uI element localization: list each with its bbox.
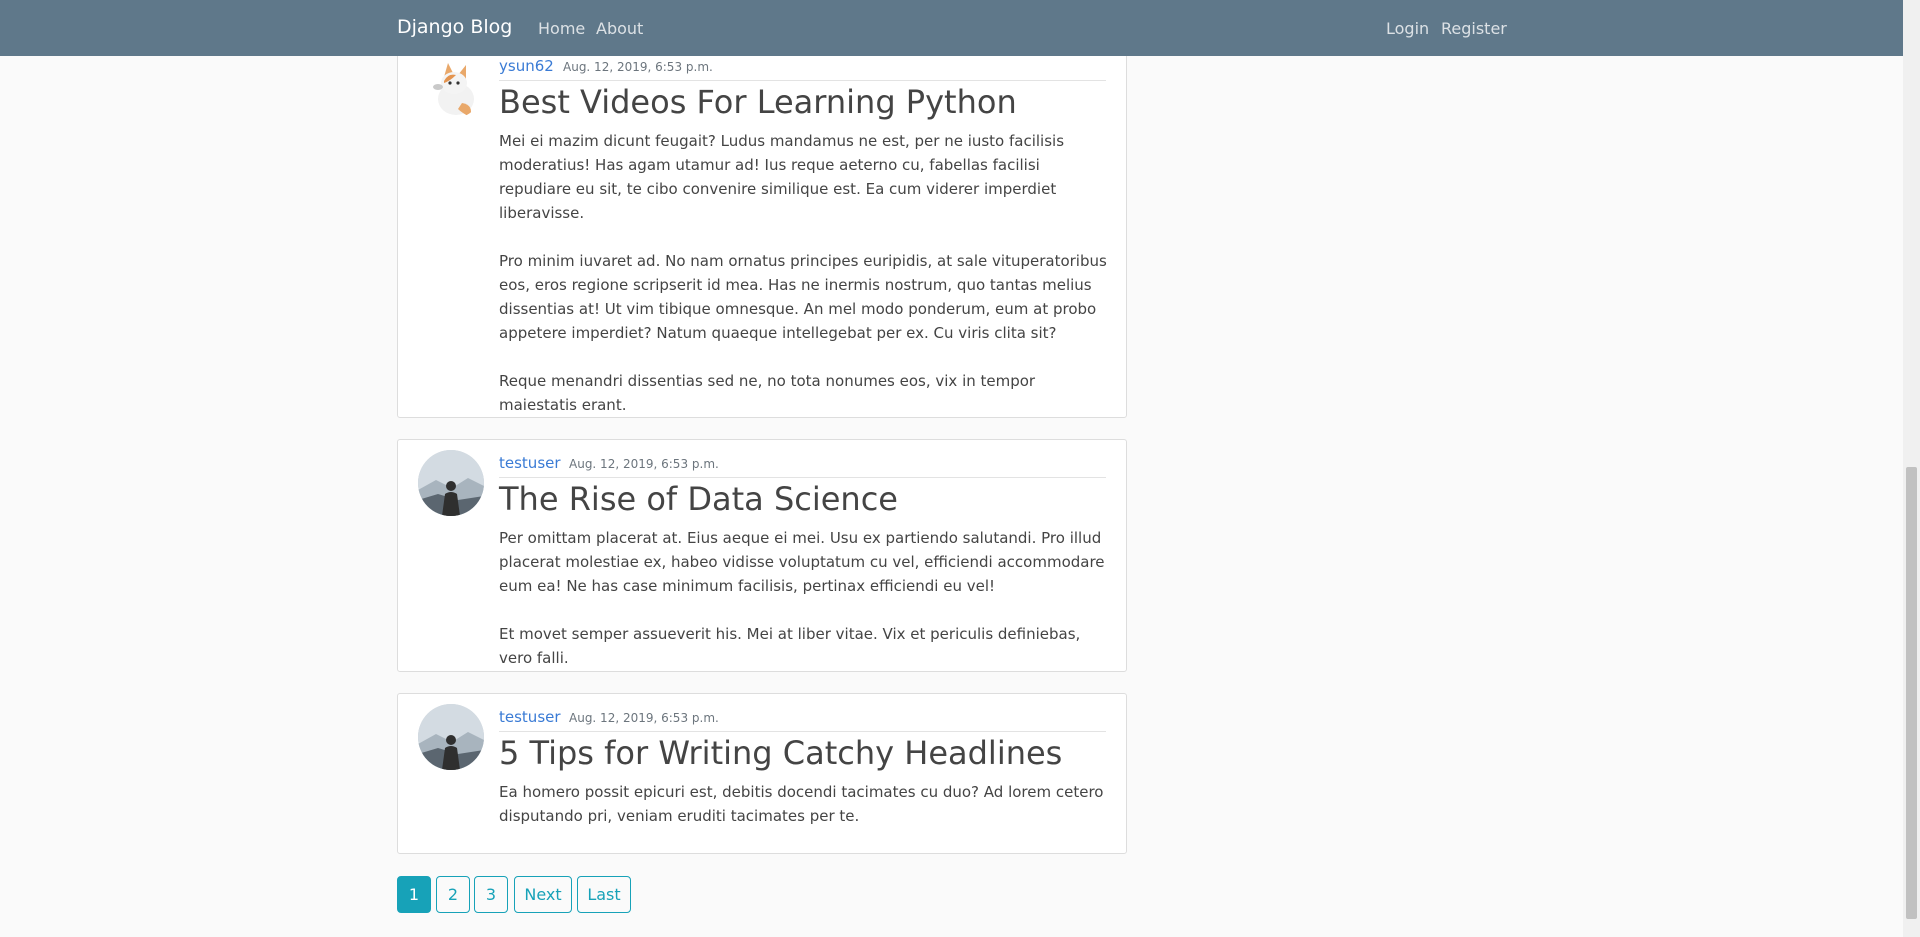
nav-login-link[interactable]: Login bbox=[1386, 19, 1429, 38]
post-content: Per omittam placerat at. Eius aeque ei m… bbox=[499, 526, 1109, 670]
cat-avatar-image bbox=[433, 63, 474, 117]
person-avatar-image bbox=[418, 450, 484, 516]
post-date: Aug. 12, 2019, 6:53 p.m. bbox=[563, 60, 713, 74]
post-title[interactable]: Best Videos For Learning Python bbox=[499, 83, 1017, 121]
post-paragraph: Pro minim iuvaret ad. No nam ornatus pri… bbox=[499, 252, 1107, 342]
post-meta: ysun62 Aug. 12, 2019, 6:53 p.m. bbox=[499, 57, 1106, 81]
nav-about-link[interactable]: About bbox=[596, 19, 643, 38]
post-date: Aug. 12, 2019, 6:53 p.m. bbox=[569, 711, 719, 725]
post-card: ysun62 Aug. 12, 2019, 6:53 p.m. Best Vid… bbox=[397, 20, 1127, 418]
nav-home-link[interactable]: Home bbox=[538, 19, 585, 38]
page: ysun62 Aug. 12, 2019, 6:53 p.m. Best Vid… bbox=[0, 0, 1920, 937]
post-title[interactable]: The Rise of Data Science bbox=[499, 480, 898, 518]
post-meta: testuser Aug. 12, 2019, 6:53 p.m. bbox=[499, 708, 1106, 732]
post-title[interactable]: 5 Tips for Writing Catchy Headlines bbox=[499, 734, 1062, 772]
last-page-button[interactable]: Last bbox=[577, 876, 631, 913]
navbar: Django Blog Home About Login Register bbox=[0, 0, 1903, 56]
post-paragraph: Reque menandri dissentias sed ne, no tot… bbox=[499, 372, 1036, 414]
post-author-link[interactable]: testuser bbox=[499, 708, 561, 726]
post-card: testuser Aug. 12, 2019, 6:53 p.m. 5 Tips… bbox=[397, 693, 1127, 854]
post-author-link[interactable]: testuser bbox=[499, 454, 561, 472]
post-date: Aug. 12, 2019, 6:53 p.m. bbox=[569, 457, 719, 471]
cat-avatar bbox=[418, 53, 484, 119]
page-button-1[interactable]: 1 bbox=[397, 876, 431, 913]
post-paragraph: Et movet semper assueverit his. Mei at l… bbox=[499, 625, 1081, 667]
post-paragraph: Mei ei mazim dicunt feugait? Ludus manda… bbox=[499, 132, 1065, 222]
brand-link[interactable]: Django Blog bbox=[397, 16, 512, 38]
post-content: Ea homero possit epicuri est, debitis do… bbox=[499, 780, 1109, 828]
post-paragraph: Per omittam placerat at. Eius aeque ei m… bbox=[499, 529, 1105, 595]
page-button-2[interactable]: 2 bbox=[436, 876, 470, 913]
page-button-3[interactable]: 3 bbox=[474, 876, 508, 913]
post-card: testuser Aug. 12, 2019, 6:53 p.m. The Ri… bbox=[397, 439, 1127, 672]
post-author-link[interactable]: ysun62 bbox=[499, 57, 554, 75]
nav-register-link[interactable]: Register bbox=[1441, 19, 1507, 38]
post-meta: testuser Aug. 12, 2019, 6:53 p.m. bbox=[499, 454, 1106, 478]
person-avatar-image bbox=[418, 704, 484, 770]
next-page-button[interactable]: Next bbox=[514, 876, 572, 913]
person-avatar bbox=[418, 450, 484, 516]
post-paragraph: Ea homero possit epicuri est, debitis do… bbox=[499, 783, 1104, 825]
scrollbar-thumb[interactable] bbox=[1906, 467, 1917, 919]
post-content: Mei ei mazim dicunt feugait? Ludus manda… bbox=[499, 129, 1109, 417]
person-avatar bbox=[418, 704, 484, 770]
